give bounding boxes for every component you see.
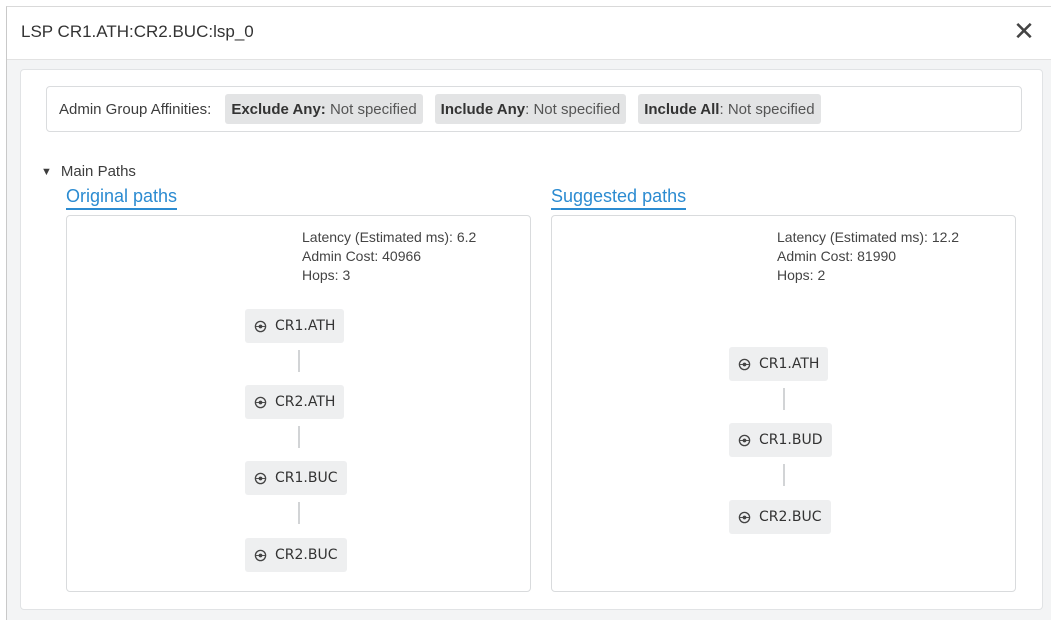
path-link [783,464,785,486]
affinities-label: Admin Group Affinities: [59,100,212,118]
exclude-any-key: Exclude Any: [231,100,326,118]
main-paths-label: Main Paths [60,163,136,180]
path-node[interactable]: CR2.ATH [245,385,345,419]
original-latency: Latency (Estimated ms): 6.2 [302,229,477,245]
router-icon [254,320,267,332]
suggested-paths-title[interactable]: Suggested paths [551,186,687,210]
path-node[interactable]: CR1.ATH [729,347,829,381]
router-icon [738,434,751,446]
path-link [298,502,300,524]
suggested-latency: Latency (Estimated ms): 12.2 [777,229,960,245]
original-paths-box: Latency (Estimated ms): 6.2 Admin Cost: … [66,215,531,592]
dialog-header: LSP CR1.ATH:CR2.BUC:lsp_0 ✕ [7,7,1051,60]
node-label: CR1.BUD [759,432,823,448]
exclude-any-chip: Exclude Any: Not specified [225,94,423,124]
suggested-path-stats: Latency (Estimated ms): 12.2 Admin Cost:… [777,228,959,285]
path-link [298,350,300,372]
original-hops: Hops: 3 [302,267,351,283]
router-icon [254,472,267,484]
original-paths-title[interactable]: Original paths [66,186,178,210]
path-node[interactable]: CR2.BUC [245,538,347,572]
include-any-key: Include Any [440,100,526,118]
include-all-key: Include All [644,100,720,118]
original-admin-cost: Admin Cost: 40966 [302,248,422,264]
node-label: CR2.BUC [275,547,338,563]
router-icon [738,511,751,523]
caret-down-icon: ▼ [41,165,52,178]
close-icon[interactable]: ✕ [1009,16,1039,46]
node-label: CR1.BUC [275,470,338,486]
router-icon [254,396,267,408]
suggested-paths-box: Latency (Estimated ms): 12.2 Admin Cost:… [551,215,1016,592]
node-label: CR2.BUC [759,509,822,525]
lsp-dialog: LSP CR1.ATH:CR2.BUC:lsp_0 ✕ Admin Group … [6,6,1051,620]
node-label: CR1.ATH [759,356,820,372]
suggested-hops: Hops: 2 [777,267,826,283]
node-label: CR1.ATH [275,318,336,334]
include-all-chip: Include All: Not specified [638,94,821,124]
content-panel: Admin Group Affinities: Exclude Any: Not… [20,69,1043,610]
path-node[interactable]: CR1.BUD [729,423,832,457]
include-any-chip: Include Any: Not specified [434,94,627,124]
router-icon [254,549,267,561]
include-all-value: : Not specified [719,100,815,118]
suggested-admin-cost: Admin Cost: 81990 [777,248,897,264]
path-node[interactable]: CR1.ATH [245,309,345,343]
path-link [783,388,785,410]
path-link [298,426,300,448]
original-path-stats: Latency (Estimated ms): 6.2 Admin Cost: … [302,228,476,285]
path-node[interactable]: CR1.BUC [245,461,347,495]
node-label: CR2.ATH [275,394,336,410]
admin-group-affinities: Admin Group Affinities: Exclude Any: Not… [46,86,1022,132]
dialog-title: LSP CR1.ATH:CR2.BUC:lsp_0 [21,22,254,41]
path-node[interactable]: CR2.BUC [729,500,831,534]
main-paths-toggle[interactable]: ▼ Main Paths [41,163,136,180]
router-icon [738,358,751,370]
include-any-value: : Not specified [525,100,621,118]
exclude-any-value: Not specified [325,100,417,118]
